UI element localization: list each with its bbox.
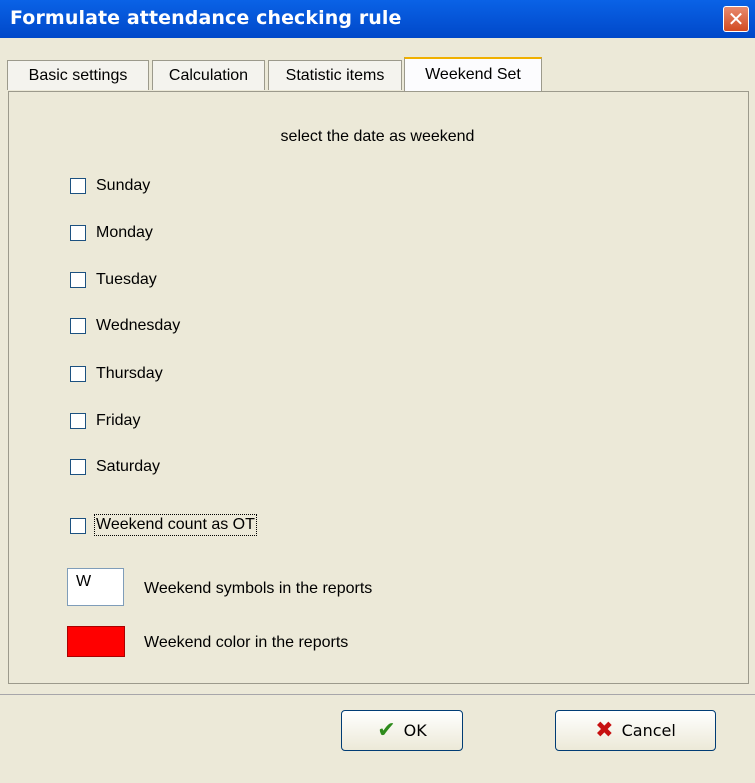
tab-statistic-items[interactable]: Statistic items xyxy=(268,60,402,90)
tab-basic-settings[interactable]: Basic settings xyxy=(7,60,149,90)
friday-label: Friday xyxy=(96,412,141,429)
close-icon[interactable]: ✕ xyxy=(723,6,749,32)
monday-checkbox[interactable] xyxy=(70,225,86,241)
sunday-label: Sunday xyxy=(96,177,151,194)
tab-calculation[interactable]: Calculation xyxy=(152,60,265,90)
weekend-color-label: Weekend color in the reports xyxy=(144,634,349,651)
ok-label: OK xyxy=(403,721,427,740)
wednesday-label: Wednesday xyxy=(96,317,181,334)
weekend-color-swatch[interactable] xyxy=(67,626,125,657)
x-icon: ✖ xyxy=(595,718,614,743)
thursday-checkbox[interactable] xyxy=(70,366,86,382)
divider xyxy=(0,694,755,695)
tab-weekend-set[interactable]: Weekend Set xyxy=(404,57,542,91)
checkmark-icon: ✔ xyxy=(377,718,396,743)
weekend-symbol-label: Weekend symbols in the reports xyxy=(144,580,373,597)
window-title: Formulate attendance checking rule xyxy=(10,7,402,29)
tuesday-label: Tuesday xyxy=(96,271,157,288)
friday-checkbox[interactable] xyxy=(70,413,86,429)
panel-heading: select the date as weekend xyxy=(280,128,475,145)
cancel-label: Cancel xyxy=(621,721,676,740)
sunday-checkbox[interactable] xyxy=(70,178,86,194)
monday-label: Monday xyxy=(96,224,153,241)
wednesday-checkbox[interactable] xyxy=(70,318,86,334)
thursday-label: Thursday xyxy=(96,365,163,382)
title-bar: Formulate attendance checking rule ✕ xyxy=(0,0,755,38)
saturday-label: Saturday xyxy=(96,458,161,475)
tuesday-checkbox[interactable] xyxy=(70,272,86,288)
saturday-checkbox[interactable] xyxy=(70,459,86,475)
weekend-ot-checkbox[interactable] xyxy=(70,518,86,534)
weekend-ot-label: Weekend count as OT xyxy=(94,514,257,536)
ok-button[interactable]: ✔ OK xyxy=(341,710,463,751)
cancel-button[interactable]: ✖ Cancel xyxy=(555,710,716,751)
weekend-symbol-input[interactable]: W xyxy=(67,568,124,606)
